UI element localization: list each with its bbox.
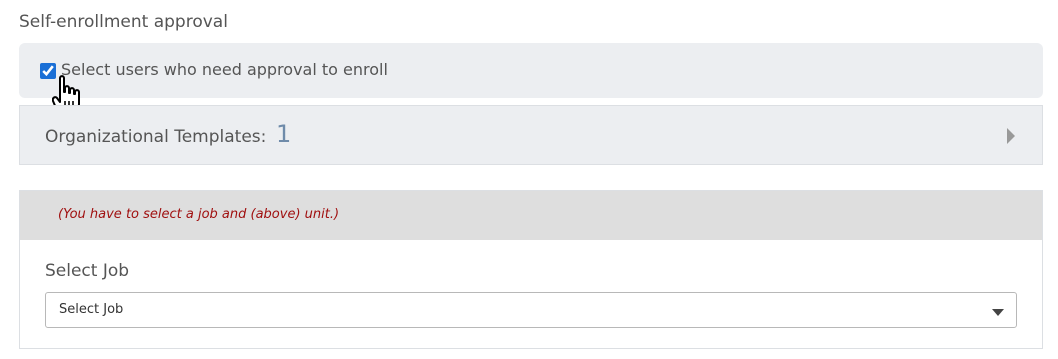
select-job-label: Select Job [45, 261, 130, 281]
caret-right-icon[interactable] [1007, 128, 1015, 144]
warning-bar: (You have to select a job and (above) un… [20, 191, 1042, 240]
org-templates-label: Organizational Templates: [45, 127, 267, 147]
section-title: Self-enrollment approval [19, 12, 228, 32]
approval-checkbox[interactable] [40, 63, 56, 79]
select-job-value: Select Job [59, 302, 124, 317]
select-job-dropdown[interactable]: Select Job [45, 292, 1017, 328]
job-panel: (You have to select a job and (above) un… [19, 190, 1043, 349]
warning-message: (You have to select a job and (above) un… [58, 207, 340, 222]
org-templates-row[interactable]: Organizational Templates: 1 [19, 105, 1043, 165]
approval-checkbox-label[interactable]: Select users who need approval to enroll [61, 60, 388, 79]
caret-down-icon [992, 309, 1004, 316]
approval-panel: Select users who need approval to enroll [19, 43, 1043, 98]
org-templates-count: 1 [276, 120, 292, 148]
